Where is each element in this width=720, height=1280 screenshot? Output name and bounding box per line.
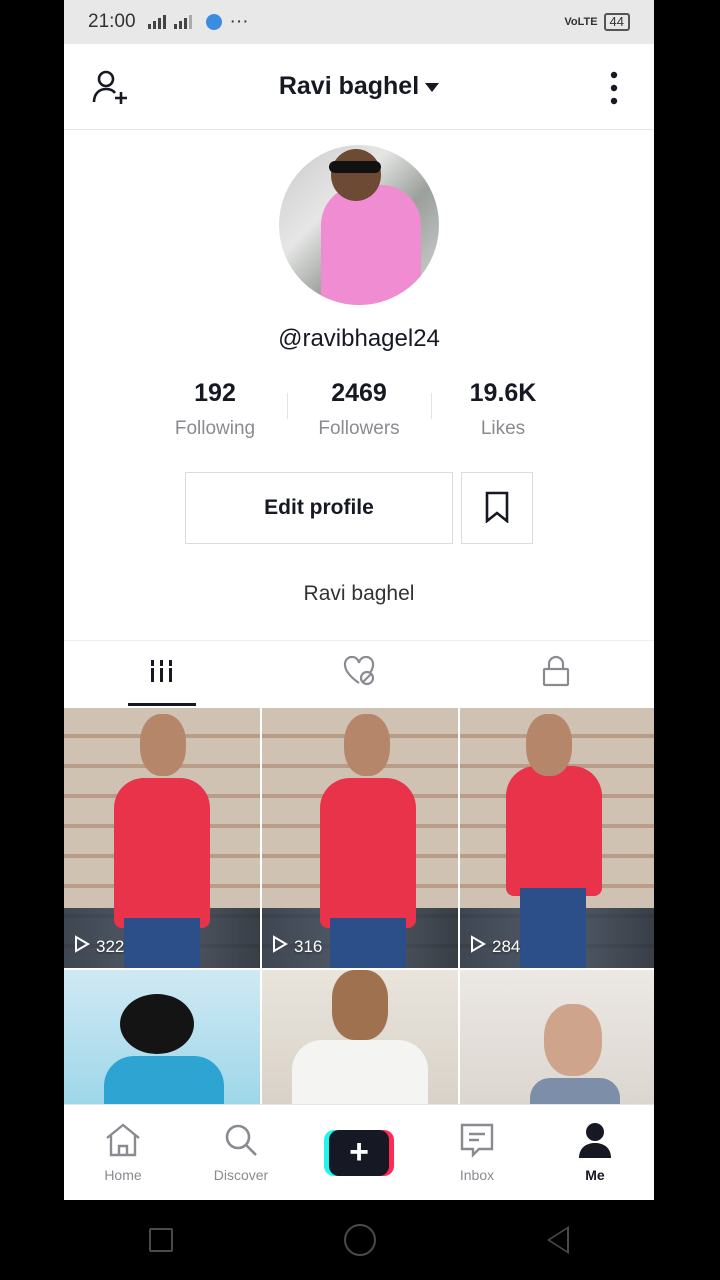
- lock-icon: [541, 655, 571, 692]
- plus-glyph: +: [329, 1129, 389, 1176]
- battery-icon: 44: [603, 13, 630, 31]
- stat-likes[interactable]: 19.6K Likes: [431, 379, 575, 440]
- nav-label: Home: [104, 1167, 142, 1183]
- thumbnail-subject-face: [544, 1004, 602, 1076]
- search-icon: [223, 1122, 259, 1163]
- thumbnail-subject-shirt: [530, 1078, 620, 1104]
- tab-videos[interactable]: [64, 641, 261, 706]
- nav-me[interactable]: Me: [536, 1105, 654, 1200]
- thumbnail-subject-shirt: [114, 778, 210, 928]
- view-count: 316: [272, 935, 322, 958]
- stat-value: 2469: [331, 379, 387, 407]
- tab-liked[interactable]: [261, 641, 458, 706]
- thumbnail-subject-head: [344, 714, 390, 776]
- video-grid: 322 316 284: [64, 708, 654, 1104]
- view-count-value: 284: [492, 936, 521, 956]
- view-count-value: 316: [294, 936, 323, 956]
- chevron-down-icon: [425, 83, 440, 92]
- profile-icon: [578, 1122, 612, 1163]
- edit-profile-button[interactable]: Edit profile: [185, 472, 453, 544]
- thumbnail-subject-face: [332, 970, 388, 1040]
- status-bar: 21:00 ··· VoLTE 44: [64, 0, 654, 44]
- app-screen: 21:00 ··· VoLTE 44 Ravi baghel @ravibhag…: [64, 0, 654, 1200]
- profile-actions: Edit profile: [64, 472, 654, 544]
- nav-discover[interactable]: Discover: [182, 1105, 300, 1200]
- bookmark-icon: [483, 491, 511, 526]
- thumbnail-subject-jeans: [330, 918, 406, 968]
- vertical-dots-icon[interactable]: [602, 70, 626, 106]
- volte-badge: VoLTE: [564, 16, 598, 28]
- thumbnail-subject-body: [104, 1056, 224, 1104]
- liked-hidden-icon: [342, 655, 376, 691]
- play-icon: [74, 935, 90, 958]
- status-right: VoLTE 44: [564, 13, 630, 31]
- username-dropdown[interactable]: Ravi baghel: [278, 72, 440, 101]
- home-icon: [103, 1122, 143, 1163]
- nav-create[interactable]: +: [300, 1105, 418, 1200]
- video-thumbnail[interactable]: 316: [262, 708, 458, 968]
- video-thumbnail[interactable]: [460, 970, 654, 1104]
- home-system-icon[interactable]: [343, 1224, 376, 1256]
- profile-header: Ravi baghel: [64, 44, 654, 130]
- avatar-shirt: [321, 185, 421, 305]
- stat-following[interactable]: 192 Following: [143, 379, 287, 440]
- video-thumbnail[interactable]: 322: [64, 708, 260, 968]
- play-icon: [272, 935, 288, 958]
- thumbnail-subject-shirt: [320, 778, 416, 928]
- view-count: 322: [74, 935, 124, 958]
- status-time: 21:00: [88, 11, 136, 32]
- create-plus-icon: +: [324, 1129, 394, 1176]
- view-count: 284: [470, 935, 520, 958]
- video-thumbnail[interactable]: 284: [460, 708, 654, 968]
- play-icon: [470, 935, 486, 958]
- nav-label: Me: [585, 1167, 605, 1183]
- avatar-head: [331, 149, 381, 201]
- notification-app-icon: [205, 14, 222, 30]
- view-count-value: 322: [96, 936, 125, 956]
- thumbnail-subject-hair: [120, 994, 194, 1054]
- stat-label: Likes: [480, 418, 526, 439]
- video-thumbnail[interactable]: [262, 970, 458, 1104]
- stat-followers[interactable]: 2469 Followers: [287, 379, 431, 440]
- back-icon[interactable]: [546, 1226, 569, 1254]
- avatar-glasses: [329, 161, 381, 173]
- nav-label: Inbox: [459, 1167, 495, 1183]
- recents-icon[interactable]: [149, 1228, 174, 1252]
- bottom-nav: Home Discover + Inbox Me: [64, 1104, 654, 1200]
- thumbnail-subject-head: [526, 714, 572, 776]
- inbox-icon: [459, 1122, 495, 1163]
- stat-value: 192: [194, 379, 236, 407]
- nav-inbox[interactable]: Inbox: [418, 1105, 536, 1200]
- grid-videos-icon: [148, 657, 177, 690]
- thumbnail-subject-shirt: [292, 1040, 428, 1104]
- bio-name: Ravi baghel: [303, 582, 415, 605]
- favorites-button[interactable]: [461, 472, 533, 544]
- thumbnail-subject-jeans: [124, 918, 200, 968]
- video-thumbnail[interactable]: [64, 970, 260, 1104]
- profile-stats: 192 Following 2469 Followers 19.6K Likes: [64, 379, 654, 440]
- stat-label: Following: [174, 418, 256, 439]
- stat-label: Followers: [318, 418, 400, 439]
- thumbnail-subject-head: [140, 714, 186, 776]
- tab-private[interactable]: [457, 641, 654, 706]
- system-nav-bar: [64, 1200, 654, 1280]
- user-handle: @ravibhagel24: [278, 325, 440, 352]
- nav-home[interactable]: Home: [64, 1105, 182, 1200]
- avatar[interactable]: [279, 145, 439, 305]
- signal-icon: [146, 12, 196, 33]
- more-notifications-icon: ···: [229, 11, 249, 32]
- stat-value: 19.6K: [469, 379, 537, 407]
- add-user-icon[interactable]: [92, 68, 132, 108]
- nav-label: Discover: [213, 1167, 269, 1183]
- content-tabs: [64, 640, 654, 706]
- thumbnail-subject-jeans: [520, 888, 586, 968]
- thumbnail-subject-shirt: [506, 766, 602, 896]
- page-title: Ravi baghel: [278, 72, 420, 100]
